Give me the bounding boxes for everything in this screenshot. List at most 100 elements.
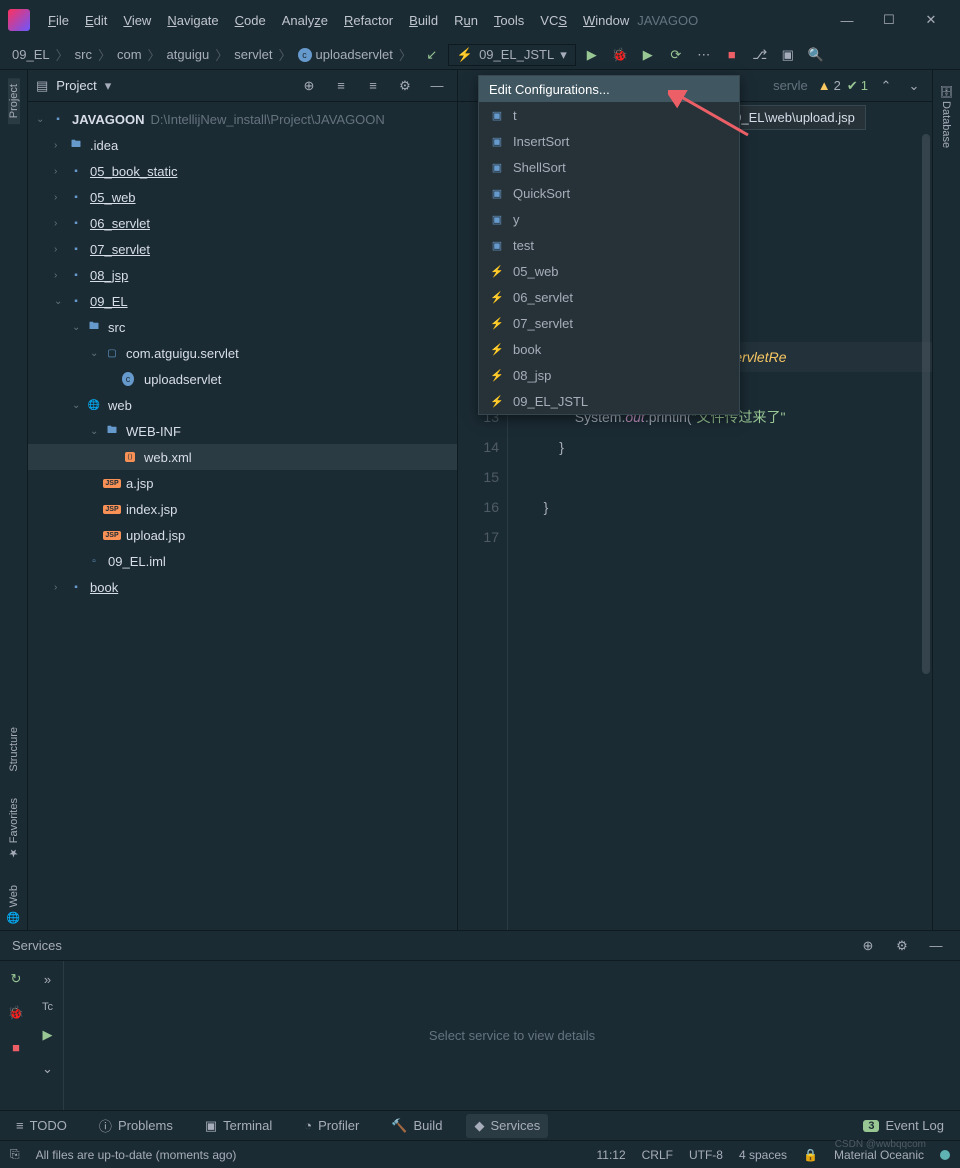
lock-icon[interactable]: 🔒 xyxy=(803,1148,818,1162)
vertical-scrollbar[interactable] xyxy=(922,134,930,674)
rerun-icon[interactable]: ↻ xyxy=(4,967,28,991)
run-config-selector[interactable]: ⚡ 09_EL_JSTL ▾ xyxy=(448,44,576,66)
tomcat-node[interactable]: Tc xyxy=(42,1001,53,1013)
menu-window[interactable]: Window xyxy=(575,13,637,28)
hide-icon[interactable]: — xyxy=(924,934,948,958)
dd-run-07_servlet[interactable]: ⚡07_servlet xyxy=(479,310,739,336)
tab-services[interactable]: ◆Services xyxy=(466,1114,548,1138)
chevron-down-icon[interactable]: ▾ xyxy=(105,78,112,94)
play-icon[interactable]: ▶ xyxy=(36,1023,60,1047)
tree-item-07_servlet[interactable]: ›▪07_servlet xyxy=(28,236,457,262)
menu-edit[interactable]: Edit xyxy=(77,13,115,28)
stop-button[interactable]: ■ xyxy=(720,43,744,67)
tab-project[interactable]: Project xyxy=(8,78,20,124)
menu-run[interactable]: Run xyxy=(446,13,486,28)
editor-tab[interactable]: servle xyxy=(769,78,812,93)
status-theme[interactable]: Material Oceanic CSDN @wwbqqcom xyxy=(834,1148,924,1162)
coverage-button[interactable]: ▶ xyxy=(636,43,660,67)
menu-refactor[interactable]: Refactor xyxy=(336,13,401,28)
tree-item-a.jsp[interactable]: JSPa.jsp xyxy=(28,470,457,496)
dd-class-y[interactable]: ▣y xyxy=(479,206,739,232)
debug-icon[interactable]: 🐞 xyxy=(4,1001,28,1025)
warnings-badge[interactable]: ▲2 xyxy=(818,78,841,93)
tab-build[interactable]: 🔨Build xyxy=(383,1114,450,1138)
run-anything-icon[interactable]: ▣ xyxy=(776,43,800,67)
status-dot[interactable] xyxy=(940,1150,950,1160)
attach-button[interactable]: ⋯ xyxy=(692,43,716,67)
tab-database[interactable]: 🗄 Database xyxy=(940,78,953,154)
tree-item-web[interactable]: ⌄🌐web xyxy=(28,392,457,418)
code-line[interactable]: } xyxy=(532,492,932,522)
tab-eventlog[interactable]: 3 Event Log xyxy=(855,1114,952,1137)
stop-icon[interactable]: ■ xyxy=(4,1035,28,1059)
search-icon[interactable]: 🔍 xyxy=(804,43,828,67)
tree-item-WEB-INF[interactable]: ⌄🖿WEB-INF xyxy=(28,418,457,444)
run-button[interactable]: ▶ xyxy=(580,43,604,67)
gear-icon[interactable]: ⚙ xyxy=(393,74,417,98)
tab-todo[interactable]: ≡TODO xyxy=(8,1114,75,1137)
locate-icon[interactable]: ⊕ xyxy=(856,934,880,958)
tree-item-web.xml[interactable]: ⟨⟩web.xml xyxy=(28,444,457,470)
git-button[interactable]: ⎇ xyxy=(748,43,772,67)
dd-run-06_servlet[interactable]: ⚡06_servlet xyxy=(479,284,739,310)
close-button[interactable]: ✕ xyxy=(910,0,952,40)
status-indent[interactable]: 4 spaces xyxy=(739,1148,787,1162)
next-highlight-icon[interactable]: ⌄ xyxy=(902,74,926,98)
menu-file[interactable]: File xyxy=(40,13,77,28)
debug-button[interactable]: 🐞 xyxy=(608,43,632,67)
crumb-servlet[interactable]: servlet xyxy=(228,47,278,62)
dd-class-ShellSort[interactable]: ▣ShellSort xyxy=(479,154,739,180)
crumb-atguigu[interactable]: atguigu xyxy=(161,47,216,62)
prev-highlight-icon[interactable]: ⌃ xyxy=(874,74,898,98)
menu-code[interactable]: Code xyxy=(227,13,274,28)
menu-tools[interactable]: Tools xyxy=(486,13,532,28)
tree-root[interactable]: ⌄▪ JAVAGOON D:\IntellijNew_install\Proje… xyxy=(28,106,457,132)
tree-item-09_EL.iml[interactable]: ▫09_EL.iml xyxy=(28,548,457,574)
dd-run-book[interactable]: ⚡book xyxy=(479,336,739,362)
dd-run-09_EL_JSTL[interactable]: ⚡09_EL_JSTL xyxy=(479,388,739,414)
tab-favorites[interactable]: ★ Favorites xyxy=(7,792,20,865)
tab-profiler[interactable]: ◔Profiler xyxy=(296,1114,367,1137)
tree-item-index.jsp[interactable]: JSPindex.jsp xyxy=(28,496,457,522)
menu-navigate[interactable]: Navigate xyxy=(159,13,226,28)
gear-icon[interactable]: ⚙ xyxy=(890,934,914,958)
crumb-class[interactable]: cuploadservlet xyxy=(292,47,399,63)
status-encoding[interactable]: UTF-8 xyxy=(689,1148,723,1162)
minimize-button[interactable]: — xyxy=(826,0,868,40)
tree-item-book[interactable]: ›▪book xyxy=(28,574,457,600)
tab-terminal[interactable]: ▣Terminal xyxy=(197,1114,280,1138)
dd-class-test[interactable]: ▣test xyxy=(479,232,739,258)
tab-problems[interactable]: ⓘProblems xyxy=(91,1112,181,1139)
tab-structure[interactable]: Structure xyxy=(8,721,20,778)
dd-run-08_jsp[interactable]: ⚡08_jsp xyxy=(479,362,739,388)
tree-item-com.atguigu.servlet[interactable]: ⌄▢com.atguigu.servlet xyxy=(28,340,457,366)
hammer-icon[interactable]: ↙ xyxy=(420,43,444,67)
code-line[interactable] xyxy=(532,462,932,492)
tree-item-.idea[interactable]: ›🖿.idea xyxy=(28,132,457,158)
tree-item-05_web[interactable]: ›▪05_web xyxy=(28,184,457,210)
tree-item-src[interactable]: ⌄🖿src xyxy=(28,314,457,340)
dd-class-QuickSort[interactable]: ▣QuickSort xyxy=(479,180,739,206)
status-vcs-icon[interactable]: ⎘ xyxy=(10,1147,20,1162)
checks-badge[interactable]: ✔ 1 xyxy=(847,78,868,94)
crumb-module[interactable]: 09_EL xyxy=(6,47,56,62)
tree-item-06_servlet[interactable]: ›▪06_servlet xyxy=(28,210,457,236)
down-icon[interactable]: ⌄ xyxy=(36,1057,60,1081)
expand-icon[interactable]: ≡ xyxy=(329,74,353,98)
crumb-com[interactable]: com xyxy=(111,47,148,62)
status-position[interactable]: 11:12 xyxy=(596,1148,625,1162)
status-separator[interactable]: CRLF xyxy=(642,1148,673,1162)
collapse-icon[interactable]: ≡ xyxy=(361,74,385,98)
tree-item-uploadservlet[interactable]: cuploadservlet xyxy=(28,366,457,392)
code-line[interactable]: } xyxy=(532,432,932,462)
dd-class-InsertSort[interactable]: ▣InsertSort xyxy=(479,128,739,154)
hide-icon[interactable]: — xyxy=(425,74,449,98)
tree-item-05_book_static[interactable]: ›▪05_book_static xyxy=(28,158,457,184)
menu-build[interactable]: Build xyxy=(401,13,446,28)
tree-collapse-icon[interactable]: » xyxy=(36,967,60,991)
profile-button[interactable]: ⟳ xyxy=(664,43,688,67)
locate-icon[interactable]: ⊕ xyxy=(297,74,321,98)
menu-analyze[interactable]: Analyze xyxy=(274,13,336,28)
edit-configurations-item[interactable]: Edit Configurations... xyxy=(479,76,739,102)
dd-class-t[interactable]: ▣t xyxy=(479,102,739,128)
